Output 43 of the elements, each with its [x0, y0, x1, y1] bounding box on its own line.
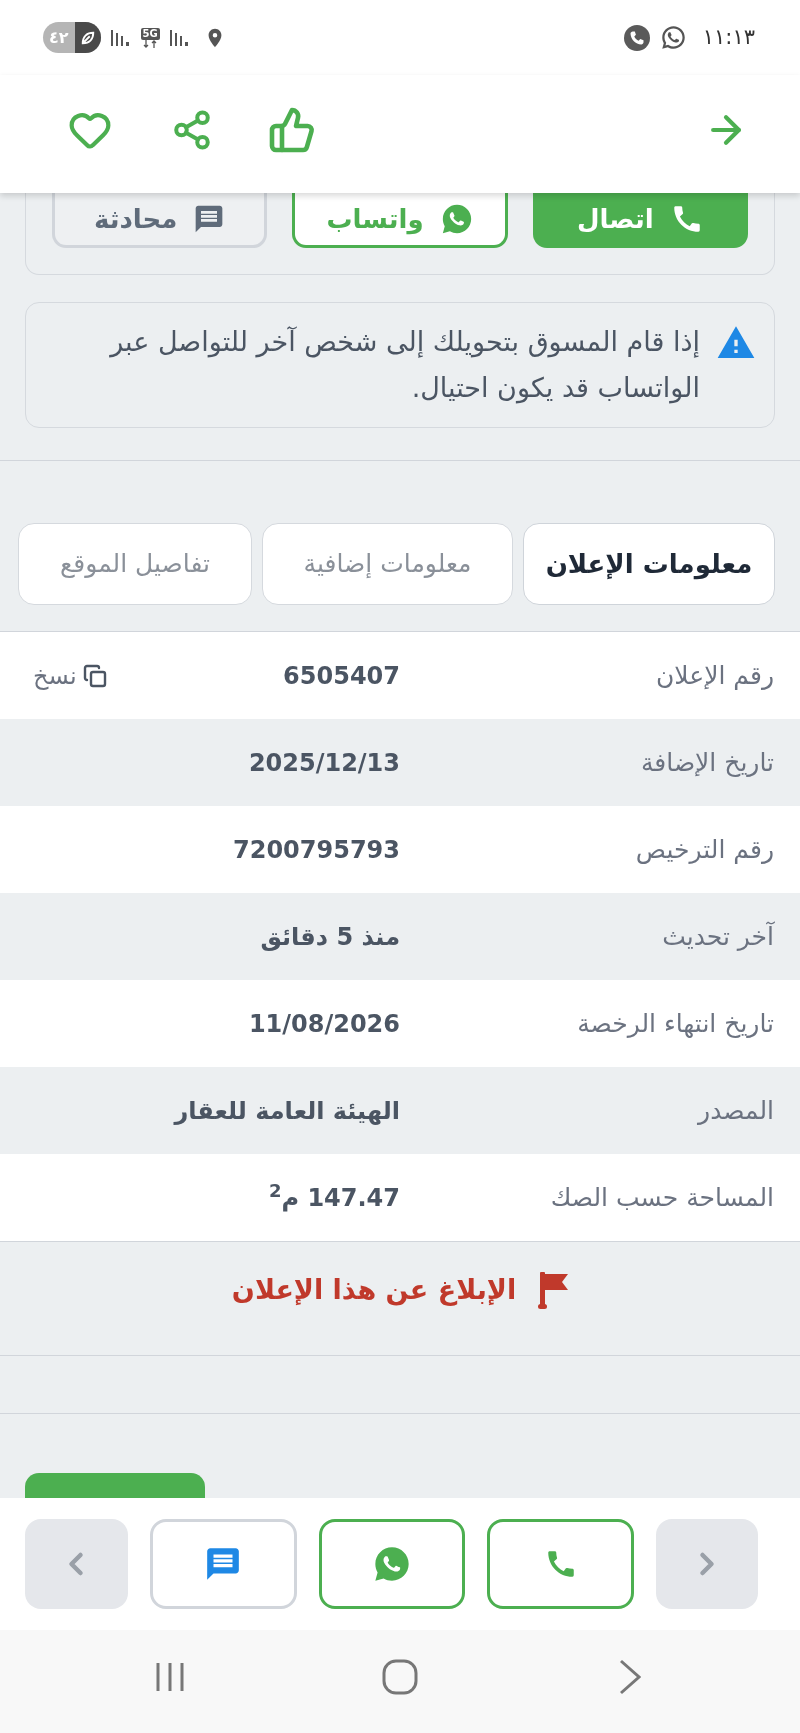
whatsapp-icon	[372, 1544, 412, 1584]
tab[interactable]: تفاصيل الموقع	[18, 523, 252, 605]
flag-icon	[538, 1271, 569, 1310]
call-button[interactable]: اتصال	[532, 193, 748, 248]
phone-badge-icon	[623, 24, 650, 51]
detail-label: المساحة حسب الصك	[550, 1181, 774, 1214]
recent-apps-icon	[154, 1660, 186, 1693]
chat-button[interactable]	[150, 1519, 297, 1609]
warning-text: إذا قام المسوق بتحويلك إلى شخص آخر للتواصل عبر الواتساب قد يكون احتيال.	[108, 325, 700, 406]
network-type-label: 5G	[140, 27, 160, 40]
leaf-icon	[80, 30, 95, 45]
share-icon	[171, 108, 213, 152]
signal-icon	[169, 29, 190, 46]
data-arrows-icon	[143, 39, 158, 48]
copy-icon	[82, 663, 107, 688]
detail-value: 11/08/2026	[248, 1008, 400, 1040]
back-chevron-icon	[619, 1658, 641, 1695]
tab[interactable]: معلومات إضافية	[262, 523, 513, 605]
like-button[interactable]	[268, 106, 316, 154]
detail-label: تاريخ انتهاء الرخصة	[577, 1007, 774, 1040]
whatsapp-icon	[659, 24, 687, 51]
chat-button[interactable]: محادثة	[52, 193, 268, 248]
detail-value: الهيئة العامة للعقار	[174, 1095, 400, 1127]
clock-time: ١١:١٣	[702, 23, 755, 51]
tab[interactable]: معلومات الإعلان	[523, 523, 775, 605]
battery-percentage: ٤٢	[48, 29, 70, 46]
home-icon	[382, 1658, 418, 1695]
signal-icon	[110, 29, 131, 46]
detail-label: رقم الإعلان	[656, 659, 774, 692]
call-button[interactable]	[487, 1519, 634, 1609]
detail-value: 6505407	[283, 660, 400, 692]
detail-value: 2025/12/13	[248, 747, 400, 779]
thumbs-up-icon	[268, 106, 316, 154]
detail-label: رقم الترخيص	[635, 833, 774, 866]
whatsapp-button[interactable]	[318, 1519, 466, 1609]
detail-label: المصدر	[698, 1094, 774, 1127]
detail-label: آخر تحديث	[662, 920, 774, 953]
report-link[interactable]: الإبلاغ عن هذا الإعلان	[231, 1270, 569, 1311]
whatsapp-button[interactable]: واتساب	[292, 193, 508, 248]
detail-value: منذ 5 دقائق	[260, 921, 400, 953]
detail-label: تاريخ الإضافة	[640, 746, 774, 779]
detail-value: 7200795793	[233, 834, 400, 866]
copy-button[interactable]: نسخ	[33, 657, 107, 694]
